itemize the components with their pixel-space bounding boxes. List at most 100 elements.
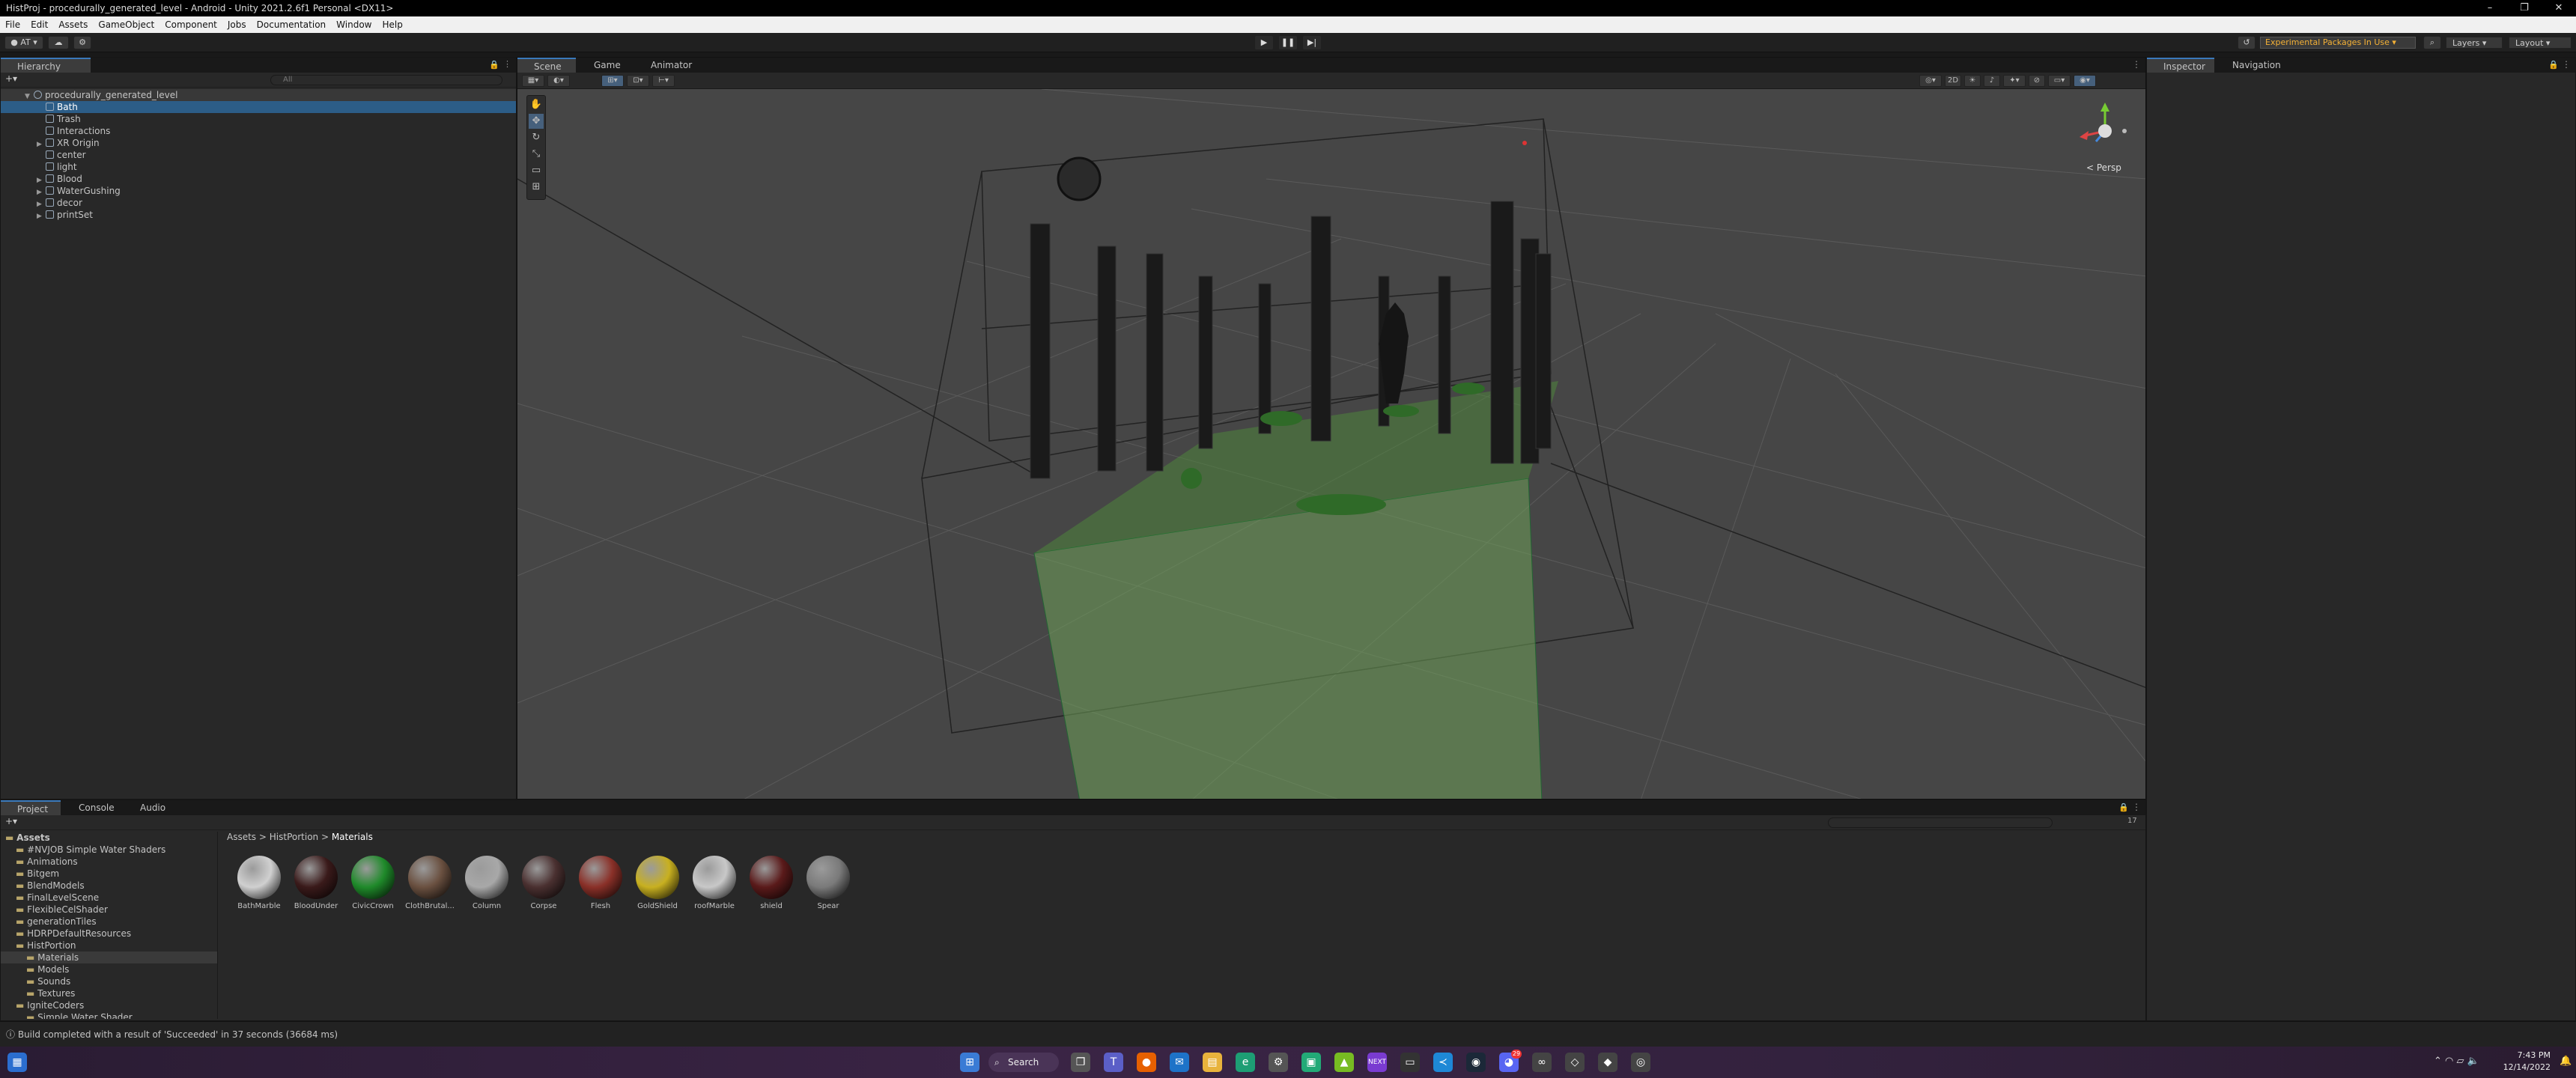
material-asset[interactable]: shield (745, 856, 798, 910)
minimize-button[interactable]: – (2473, 0, 2507, 16)
folder-row[interactable]: ▬ HistPortion (1, 940, 217, 951)
task-view-icon[interactable]: ❐ (1071, 1053, 1090, 1072)
folder-row[interactable]: ▬ BlendModels (1, 880, 217, 892)
project-add-icon[interactable]: +▾ (5, 816, 17, 826)
widgets-icon[interactable]: ▦ (7, 1053, 27, 1072)
oculus-icon[interactable]: ∞ (1532, 1053, 1552, 1072)
tab-hierarchy[interactable]: Hierarchy (1, 58, 91, 73)
folder-row[interactable]: ▬ FinalLevelScene (1, 892, 217, 904)
menu-edit[interactable]: Edit (25, 19, 53, 30)
shading-dropdown[interactable]: ◐▾ (547, 75, 570, 87)
menu-jobs[interactable]: Jobs (222, 19, 252, 30)
hierarchy-row[interactable]: Interactions (1, 125, 516, 137)
maximize-button[interactable]: ❐ (2507, 0, 2542, 16)
tab-console[interactable]: Console (62, 800, 122, 815)
hierarchy-row[interactable]: ▶ decor (1, 197, 516, 209)
menu-file[interactable]: File (0, 19, 25, 30)
project-lock-icon[interactable]: 🔒 (2118, 803, 2129, 812)
audio-toggle[interactable]: ♪ (1984, 75, 2000, 87)
steam-icon[interactable]: ◉ (1466, 1053, 1486, 1072)
hidden-objects-toggle[interactable]: ⊘ (2029, 75, 2045, 87)
hierarchy-row[interactable]: ▶ printSet (1, 209, 516, 221)
project-more-icon[interactable]: ⋮ (2132, 802, 2141, 812)
scale-tool-icon[interactable]: ⤡ (529, 147, 544, 162)
material-asset[interactable]: CivicCrown (347, 856, 399, 910)
app-icon[interactable]: ▲ (1334, 1053, 1354, 1072)
material-asset[interactable]: Spear (802, 856, 854, 910)
rect-tool-icon[interactable]: ▭ (529, 163, 544, 178)
hierarchy-row[interactable]: light (1, 161, 516, 173)
folder-row[interactable]: ▬ Assets (1, 832, 217, 844)
add-icon[interactable]: +▾ (5, 73, 17, 84)
folder-row[interactable]: ▬ Simple Water Shader (1, 1011, 217, 1019)
crumb-materials[interactable]: Materials (332, 832, 373, 842)
chrome-icon[interactable]: ◎ (1631, 1053, 1650, 1072)
folder-row[interactable]: ▬ Bitgem (1, 868, 217, 880)
folder-row[interactable]: ▬ generationTiles (1, 916, 217, 928)
folder-row[interactable]: ▬ Sounds (1, 975, 217, 987)
taskbar-search-button[interactable]: ⌕ Search (988, 1053, 1059, 1072)
collab-icon[interactable]: ⚙ (73, 36, 91, 49)
rotate-tool-icon[interactable]: ↻ (529, 130, 544, 145)
2d-toggle[interactable]: 2D (1945, 75, 1961, 87)
menu-assets[interactable]: Assets (53, 19, 93, 30)
teams-icon[interactable]: T (1104, 1053, 1123, 1072)
folder-row[interactable]: ▬ Animations (1, 856, 217, 868)
menu-help[interactable]: Help (377, 19, 407, 30)
crumb-assets[interactable]: Assets (227, 832, 256, 842)
global-dropdown[interactable]: ⊡▾ (627, 75, 649, 87)
material-asset[interactable]: ClothBrutal... (404, 856, 456, 910)
tray-icons[interactable]: ⌃ ◠ ▱ 🔈 (2434, 1056, 2479, 1067)
tab-game[interactable]: Game (577, 58, 633, 73)
menu-gameobject[interactable]: GameObject (93, 19, 160, 30)
inspector-lock-icon[interactable]: 🔒 (2548, 60, 2559, 70)
gizmos-dropdown[interactable]: ◉▾ (2074, 75, 2096, 87)
hand-tool-icon[interactable]: ✋ (529, 97, 544, 112)
pivot-dropdown[interactable]: ⊞▾ (601, 75, 624, 87)
menu-window[interactable]: Window (331, 19, 377, 30)
material-asset[interactable]: GoldShield (631, 856, 684, 910)
folder-row[interactable]: ▬ Materials (1, 951, 217, 963)
orientation-gizmo-icon[interactable] (2075, 101, 2135, 161)
folder-row[interactable]: ▬ HDRPDefaultResources (1, 928, 217, 940)
account-dropdown[interactable]: ● AT ▾ (4, 36, 43, 49)
file-explorer-icon[interactable]: ▤ (1203, 1053, 1222, 1072)
effects-dropdown[interactable]: ✦▾ (2003, 75, 2026, 87)
folder-row[interactable]: ▬ Textures (1, 987, 217, 999)
hierarchy-row[interactable]: ▶ WaterGushing (1, 185, 516, 197)
firefox-icon[interactable]: ● (1137, 1053, 1156, 1072)
material-asset[interactable]: Column (461, 856, 513, 910)
status-text[interactable]: Build completed with a result of 'Succee… (18, 1029, 338, 1040)
close-button[interactable]: ✕ (2542, 0, 2576, 16)
tab-project[interactable]: Project (1, 800, 61, 815)
scene-viewport[interactable]: ✋ ✥ ↻ ⤡ ▭ ⊞ < Persp (517, 89, 2145, 799)
projection-label[interactable]: < Persp (2086, 162, 2121, 173)
snap-dropdown[interactable]: ⊢▾ (652, 75, 675, 87)
pause-button[interactable]: ❚❚ (1279, 36, 1297, 49)
inspector-more-icon[interactable]: ⋮ (2562, 59, 2571, 70)
unity-icon[interactable]: ◆ (1598, 1053, 1617, 1072)
tab-scene[interactable]: Scene (517, 58, 576, 73)
hierarchy-row[interactable]: ▶ XR Origin (1, 137, 516, 149)
next-app-icon[interactable]: NEXT (1367, 1053, 1387, 1072)
step-button[interactable]: ▶| (1303, 36, 1321, 49)
mail-icon[interactable]: ✉ (1170, 1053, 1189, 1072)
unity-hub-icon[interactable]: ◇ (1565, 1053, 1585, 1072)
terminal-icon[interactable]: ▭ (1400, 1053, 1420, 1072)
store-icon[interactable]: ▣ (1301, 1053, 1321, 1072)
project-search-input[interactable] (1828, 817, 2053, 828)
lock-icon[interactable]: 🔒 (489, 60, 499, 70)
start-icon[interactable]: ⊞ (960, 1053, 979, 1072)
tab-navigation[interactable]: Navigation (2216, 58, 2291, 73)
material-asset[interactable]: roofMarble (688, 856, 741, 910)
more-menu-icon[interactable]: ⋮ (503, 59, 511, 69)
history-icon[interactable]: ↺ (2238, 36, 2255, 49)
edge-icon[interactable]: e (1236, 1053, 1255, 1072)
layers-dropdown[interactable]: Layers ▾ (2446, 37, 2503, 49)
expand-arrow-icon[interactable]: ▶ (37, 210, 46, 222)
menu-documentation[interactable]: Documentation (252, 19, 332, 30)
hierarchy-row[interactable]: ▶ Blood (1, 173, 516, 185)
material-asset[interactable]: Corpse (517, 856, 570, 910)
folder-row[interactable]: ▬ IgniteCoders (1, 999, 217, 1011)
tab-animator[interactable]: Animator (634, 58, 706, 73)
